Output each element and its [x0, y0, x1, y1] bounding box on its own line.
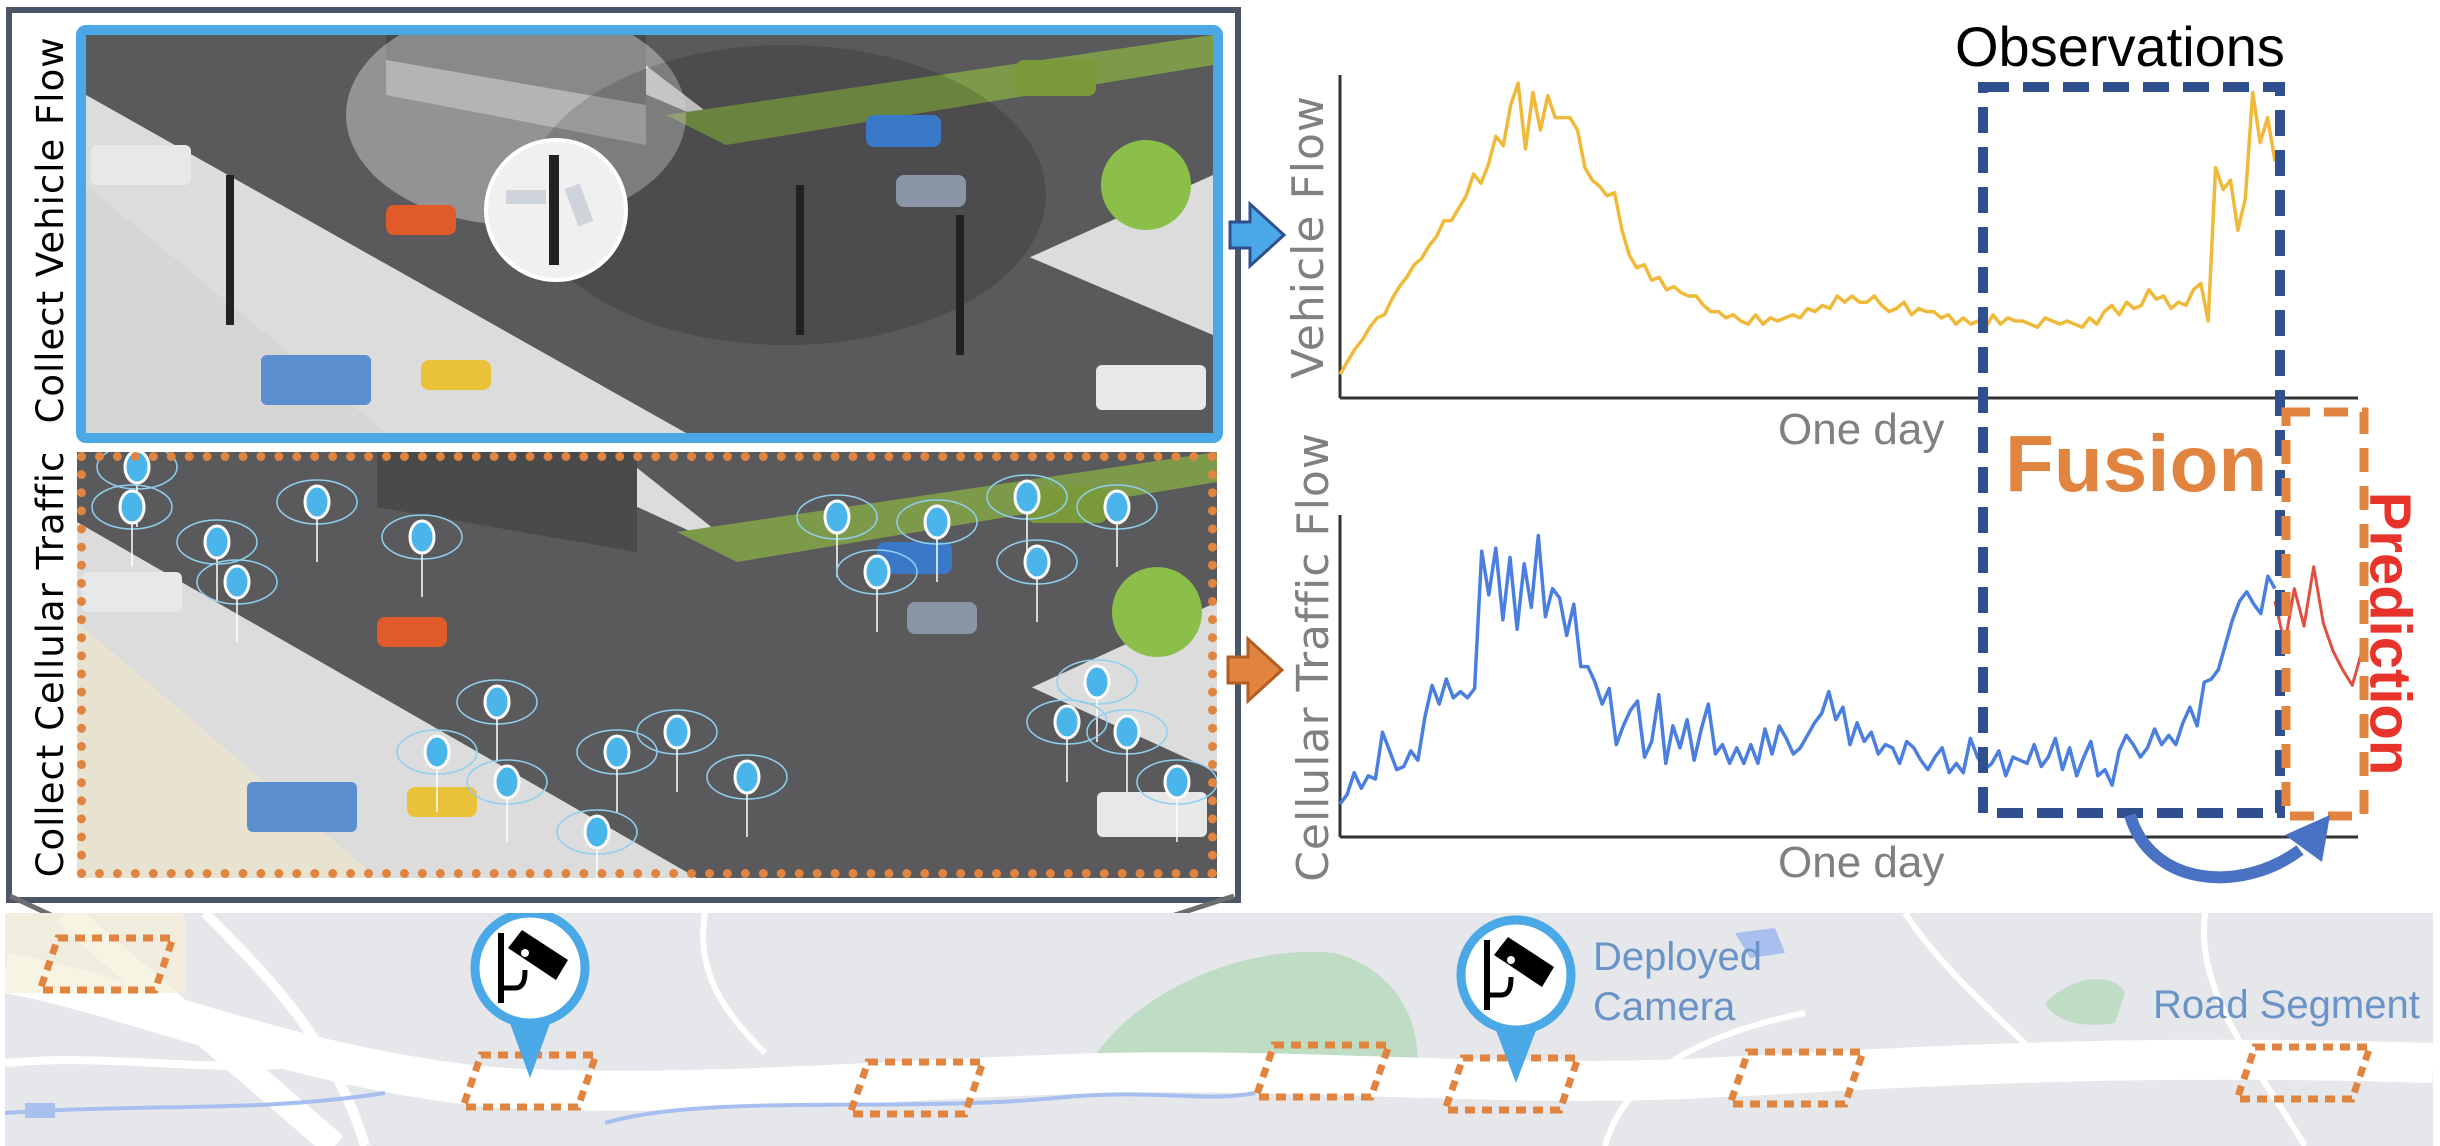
fusion-label: Fusion — [2005, 419, 2268, 508]
vehicle-flow-xlabel: One day — [1778, 405, 1945, 454]
prediction-line — [2273, 565, 2364, 687]
deployed-camera-label-line2: Camera — [1593, 985, 1736, 1029]
cellular-flow-xlabel: One day — [1778, 838, 1945, 887]
camera-pin[interactable] — [470, 913, 590, 1028]
map-overlay — [35, 913, 2375, 1118]
vehicle-flow-line — [1338, 81, 2277, 376]
prediction-label: Prediction — [2357, 491, 2423, 776]
road-segment — [2232, 1043, 2375, 1103]
camera-lens-icon — [1507, 956, 1515, 964]
fusion-to-prediction-arrow — [2124, 813, 2304, 884]
road-segment — [845, 1058, 988, 1118]
road-map: Deployed Camera Road Segment — [5, 913, 2433, 1146]
cellular-flow-line — [1338, 533, 2277, 805]
cellular-flow-ylabel: Cellular Traffic Flow — [1288, 432, 1339, 882]
prediction-box — [2281, 407, 2369, 821]
observations-title: Observations — [1955, 15, 2285, 78]
camera-pole-icon — [1484, 940, 1490, 1010]
vehicle-flow-ylabel: Vehicle Flow — [1283, 95, 1334, 379]
camera-lens-icon — [521, 949, 529, 957]
road-segment — [35, 934, 178, 994]
road-segment-label: Road Segment — [2153, 983, 2420, 1027]
deployed-camera-label-line1: Deployed — [1593, 935, 1763, 979]
camera-pin[interactable] — [1456, 915, 1576, 1035]
camera-pole-icon — [498, 933, 504, 1003]
road-segment — [1251, 1041, 1394, 1101]
road-segment — [1725, 1048, 1868, 1108]
